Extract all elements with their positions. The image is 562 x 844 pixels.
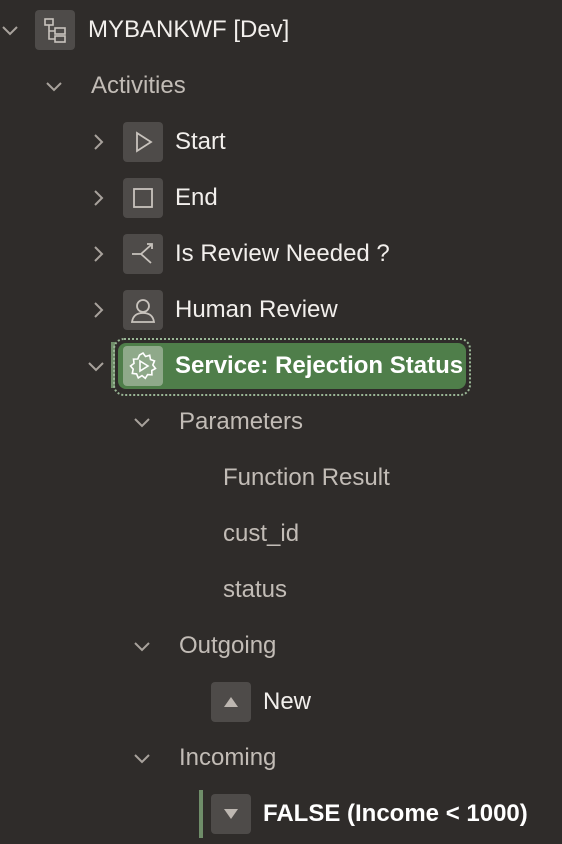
- triangle-down-icon: [211, 794, 251, 834]
- tree-node-end[interactable]: End: [0, 170, 562, 226]
- triangle-up-icon: [211, 682, 251, 722]
- tree-node-cust-id[interactable]: cust_id: [0, 506, 562, 562]
- chevron-right-icon[interactable]: [88, 188, 108, 208]
- false-income-label: FALSE (Income < 1000): [263, 800, 528, 827]
- tree-node-false-income[interactable]: FALSE (Income < 1000): [0, 786, 562, 842]
- chevron-down-icon[interactable]: [44, 76, 64, 96]
- parameters-label: Parameters: [179, 408, 304, 435]
- service-rejection-status-label: Service: Rejection Status: [175, 352, 464, 379]
- tree-node-root[interactable]: MYBANKWF [Dev]: [0, 2, 562, 58]
- chevron-down-icon[interactable]: [132, 748, 152, 768]
- service-gear-icon: [123, 346, 163, 386]
- outgoing-label: Outgoing: [179, 632, 277, 659]
- chevron-down-icon[interactable]: [132, 636, 152, 656]
- tree-node-function-result[interactable]: Function Result: [0, 450, 562, 506]
- cust-id-label: cust_id: [223, 520, 300, 547]
- tree-node-parameters[interactable]: Parameters: [0, 394, 562, 450]
- is-review-needed-label: Is Review Needed ?: [175, 240, 390, 267]
- chevron-right-icon[interactable]: [88, 244, 108, 264]
- human-review-label: Human Review: [175, 296, 338, 323]
- hierarchy-icon: [35, 10, 75, 50]
- end-label: End: [175, 184, 218, 211]
- new-label: New: [263, 688, 312, 715]
- tree-node-start[interactable]: Start: [0, 114, 562, 170]
- root-label: MYBANKWF [Dev]: [88, 16, 290, 43]
- chevron-down-icon[interactable]: [0, 20, 20, 40]
- play-icon: [123, 122, 163, 162]
- tree-node-new[interactable]: New: [0, 674, 562, 730]
- function-result-label: Function Result: [223, 464, 390, 491]
- start-label: Start: [175, 128, 226, 155]
- chevron-right-icon[interactable]: [88, 132, 108, 152]
- user-icon: [123, 290, 163, 330]
- tree-node-status[interactable]: status: [0, 562, 562, 618]
- branch-split-icon: [123, 234, 163, 274]
- tree-node-is-review-needed[interactable]: Is Review Needed ?: [0, 226, 562, 282]
- activities-label: Activities: [91, 72, 186, 99]
- workflow-tree: MYBANKWF [Dev] Activities Start End Is R…: [0, 0, 562, 844]
- incoming-label: Incoming: [179, 744, 277, 771]
- chevron-down-icon[interactable]: [86, 356, 106, 376]
- chevron-right-icon[interactable]: [88, 300, 108, 320]
- status-label: status: [223, 576, 288, 603]
- tree-node-human-review[interactable]: Human Review: [0, 282, 562, 338]
- tree-node-service-rejection-status[interactable]: Service: Rejection Status: [0, 338, 562, 394]
- tree-node-activities[interactable]: Activities: [0, 58, 562, 114]
- tree-node-outgoing[interactable]: Outgoing: [0, 618, 562, 674]
- tree-node-incoming[interactable]: Incoming: [0, 730, 562, 786]
- chevron-down-icon[interactable]: [132, 412, 152, 432]
- stop-square-icon: [123, 178, 163, 218]
